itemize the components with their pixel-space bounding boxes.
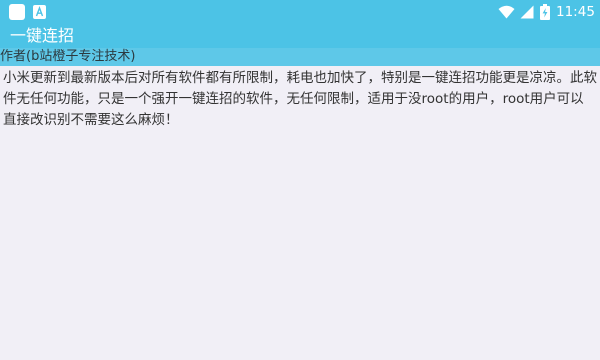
status-clock: 11:45 xyxy=(556,4,595,20)
app-notification-icon xyxy=(9,4,25,20)
app-bar: 一键连招 xyxy=(0,24,600,48)
a-notification-icon xyxy=(33,5,46,19)
wifi-icon xyxy=(498,5,515,19)
status-bar: 11:45 xyxy=(0,0,600,24)
signal-icon xyxy=(520,5,534,19)
description-text: 小米更新到最新版本后对所有软件都有所限制，耗电也加快了，特别是一键连招功能更是凉… xyxy=(3,70,597,128)
author-label: 作者(b站橙子专注技术) xyxy=(0,49,136,64)
author-bar: 作者(b站橙子专注技术) xyxy=(0,48,600,66)
battery-charging-icon xyxy=(540,4,550,20)
app-title: 一键连招 xyxy=(10,26,75,45)
